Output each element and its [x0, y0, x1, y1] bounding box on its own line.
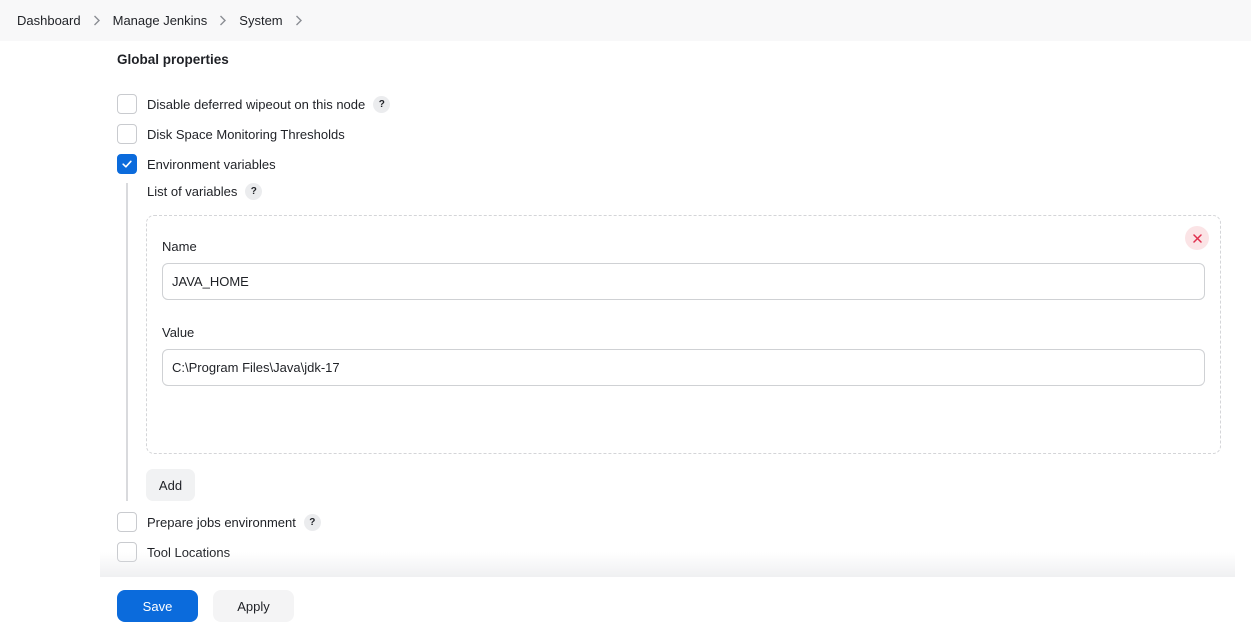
chevron-right-icon	[81, 15, 113, 26]
breadcrumb-dashboard[interactable]: Dashboard	[17, 13, 81, 28]
disk-space-monitoring-checkbox[interactable]	[117, 124, 137, 144]
option-label[interactable]: Prepare jobs environment	[147, 515, 296, 530]
close-icon	[1192, 233, 1202, 243]
name-input[interactable]	[162, 263, 1205, 300]
name-field-label: Name	[162, 239, 197, 254]
help-icon[interactable]: ?	[373, 95, 391, 113]
value-field-label: Value	[162, 325, 195, 340]
value-input[interactable]	[162, 349, 1205, 386]
option-prepare-jobs-environment: Prepare jobs environment ?	[117, 512, 321, 532]
environment-variables-checkbox[interactable]	[117, 154, 137, 174]
option-environment-variables: Environment variables	[117, 154, 276, 174]
option-label[interactable]: Environment variables	[147, 157, 276, 172]
option-label[interactable]: Disable deferred wipeout on this node	[147, 97, 365, 112]
save-button[interactable]: Save	[117, 590, 198, 622]
help-icon[interactable]: ?	[303, 513, 321, 531]
chevron-right-icon	[207, 15, 239, 26]
delete-entry-button[interactable]	[1185, 226, 1209, 250]
option-disk-space-monitoring: Disk Space Monitoring Thresholds	[117, 124, 345, 144]
checkmark-icon	[122, 160, 132, 168]
chevron-right-icon[interactable]	[283, 15, 315, 26]
section-title: Global properties	[117, 52, 229, 67]
bottom-bar-shadow	[100, 552, 1235, 578]
breadcrumb-system[interactable]: System	[239, 13, 282, 28]
breadcrumb-manage-jenkins[interactable]: Manage Jenkins	[113, 13, 208, 28]
help-icon[interactable]: ?	[245, 183, 263, 200]
nested-section-line	[126, 183, 128, 501]
add-variable-button[interactable]: Add	[146, 469, 195, 501]
option-label[interactable]: Disk Space Monitoring Thresholds	[147, 127, 345, 142]
prepare-jobs-environment-checkbox[interactable]	[117, 512, 137, 532]
breadcrumb: Dashboard Manage Jenkins System	[0, 0, 1251, 41]
apply-button[interactable]: Apply	[213, 590, 294, 622]
option-disable-deferred-wipeout: Disable deferred wipeout on this node ?	[117, 94, 391, 114]
disable-deferred-wipeout-checkbox[interactable]	[117, 94, 137, 114]
list-label-text: List of variables	[147, 184, 238, 199]
list-of-variables-label: List of variables ?	[147, 183, 263, 200]
env-var-entry: Name Value	[146, 215, 1221, 454]
